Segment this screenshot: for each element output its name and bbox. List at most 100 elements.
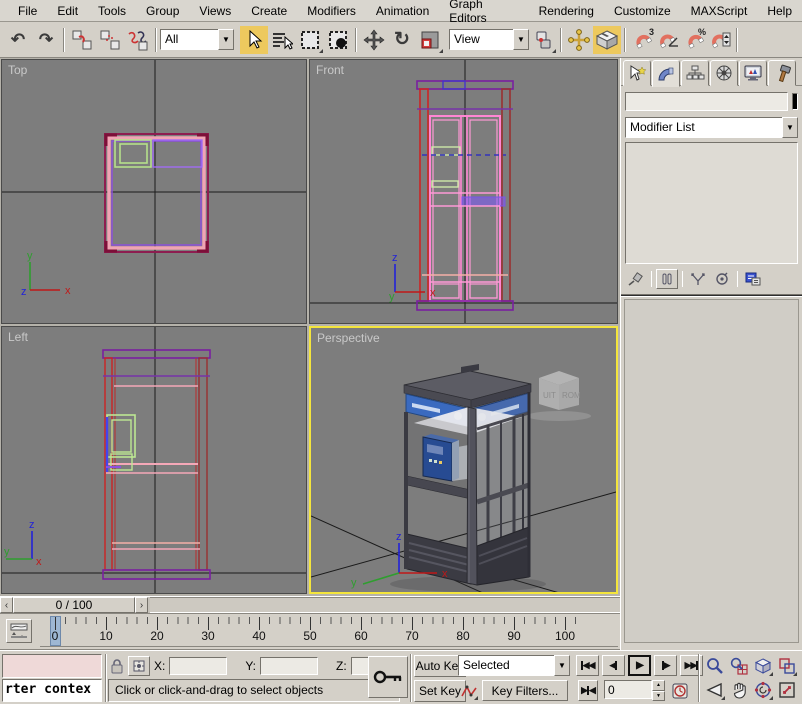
viewport-left-label[interactable]: Left — [8, 330, 28, 344]
object-name-field[interactable] — [625, 92, 788, 111]
time-slider-track[interactable] — [150, 597, 620, 613]
chevron-down-icon[interactable]: ▼ — [513, 29, 529, 50]
x-coordinate-field[interactable] — [169, 657, 227, 675]
spinner-snap-icon — [709, 30, 731, 50]
default-tangent-button[interactable] — [458, 680, 479, 701]
previous-frame-button[interactable]: ◀ — [602, 655, 625, 676]
tab-motion[interactable] — [710, 60, 738, 86]
redo-button[interactable]: ↷ — [32, 26, 60, 54]
menu-tools[interactable]: Tools — [88, 2, 136, 20]
menu-customize[interactable]: Customize — [604, 2, 681, 20]
use-pivot-point-center-button[interactable] — [529, 26, 557, 54]
viewport-left[interactable]: z y x Left — [1, 326, 307, 594]
pan-button[interactable] — [728, 679, 750, 701]
rectangular-selection-region-button[interactable] — [296, 26, 324, 54]
chevron-down-icon[interactable]: ▼ — [782, 117, 798, 138]
zoom-extents-all-button[interactable] — [776, 655, 798, 677]
tick-label: 100 — [550, 629, 580, 643]
field-of-view-button[interactable] — [704, 679, 726, 701]
key-filters-button[interactable]: Key Filters... — [482, 680, 568, 701]
snaps-toggle-button[interactable]: 3 — [629, 27, 655, 53]
spinner-down-button[interactable]: ▼ — [652, 691, 665, 702]
viewport-front[interactable]: z x y Front — [309, 59, 618, 324]
menu-views[interactable]: Views — [189, 2, 241, 20]
chevron-down-icon[interactable]: ▼ — [218, 29, 234, 50]
absolute-offset-mode-button[interactable] — [128, 656, 150, 676]
select-and-rotate-button[interactable]: ↻ — [388, 26, 416, 54]
modifier-list-dropdown[interactable]: Modifier List ▼ — [625, 117, 798, 138]
select-by-name-button[interactable] — [268, 26, 296, 54]
select-and-move-button[interactable] — [360, 26, 388, 54]
select-and-link-button[interactable] — [68, 26, 96, 54]
time-slider-handle[interactable]: 0 / 100 — [13, 597, 135, 613]
configure-modifier-sets-button[interactable] — [742, 269, 764, 289]
select-by-name-icon — [271, 30, 293, 50]
maximize-viewport-toggle-button[interactable] — [776, 679, 798, 701]
select-object-button[interactable] — [240, 26, 268, 54]
selection-filter-dropdown[interactable]: All ▼ — [160, 29, 234, 50]
menu-animation[interactable]: Animation — [366, 2, 439, 20]
maxscript-mini-listener[interactable]: rter contex — [2, 679, 102, 702]
timeline-ruler[interactable]: 0 10 20 30 40 50 60 70 80 90 100 — [40, 616, 618, 648]
viewport-perspective-label[interactable]: Perspective — [317, 331, 380, 345]
undo-button[interactable]: ↶ — [4, 26, 32, 54]
viewport-top-label[interactable]: Top — [8, 63, 27, 77]
spinner-up-button[interactable]: ▲ — [652, 680, 665, 691]
zoom-all-button[interactable] — [728, 655, 750, 677]
pin-stack-button[interactable] — [625, 269, 647, 289]
percent-snap-toggle-button[interactable]: % — [681, 27, 707, 53]
current-frame-field[interactable] — [604, 680, 652, 699]
key-mode-toggle-button[interactable]: ▶◀ — [578, 680, 598, 701]
reference-coordinate-system-dropdown[interactable]: View ▼ — [449, 29, 529, 50]
time-configuration-button[interactable] — [670, 680, 690, 701]
next-frame-button[interactable]: ▶ — [654, 655, 677, 676]
tab-utilities[interactable] — [768, 60, 796, 86]
menu-maxscript[interactable]: MAXScript — [681, 2, 758, 20]
spinner-snap-toggle-button[interactable] — [707, 27, 733, 53]
y-coordinate-field[interactable] — [260, 657, 318, 675]
go-to-start-button[interactable]: ◀◀ — [576, 655, 599, 676]
set-keys-button[interactable] — [368, 656, 408, 698]
tab-modify[interactable] — [652, 60, 680, 87]
menu-modifiers[interactable]: Modifiers — [297, 2, 366, 20]
time-slider-next-button[interactable]: › — [135, 597, 148, 613]
arc-rotate-button[interactable] — [752, 679, 774, 701]
key-icon — [373, 669, 403, 685]
make-unique-button[interactable] — [687, 269, 709, 289]
selection-lock-icon[interactable] — [110, 658, 124, 674]
zoom-extents-button[interactable] — [752, 655, 774, 677]
show-end-result-button[interactable] — [656, 269, 678, 289]
tab-create[interactable] — [623, 60, 651, 86]
macro-recorder-pane[interactable] — [2, 654, 102, 678]
tick-label: 30 — [193, 629, 223, 643]
key-mode-dropdown[interactable]: Selected ▼ — [458, 655, 570, 676]
remove-modifier-button[interactable] — [711, 269, 733, 289]
menu-file[interactable]: File — [8, 2, 47, 20]
window-crossing-toggle-button[interactable] — [324, 26, 352, 54]
bind-to-space-warp-button[interactable] — [124, 26, 152, 54]
select-and-manipulate-button[interactable] — [565, 26, 593, 54]
play-button[interactable]: ▶ — [628, 655, 651, 676]
tab-display[interactable] — [739, 60, 767, 86]
time-slider-prev-button[interactable]: ‹ — [0, 597, 13, 613]
modifier-stack-list[interactable] — [625, 142, 798, 264]
zoom-button[interactable] — [704, 655, 726, 677]
viewport-perspective[interactable]: UIT ROM — [309, 326, 618, 594]
select-and-scale-button[interactable] — [416, 26, 444, 54]
keyboard-shortcut-override-toggle[interactable] — [593, 26, 621, 54]
svg-text:ROM: ROM — [562, 391, 581, 400]
unlink-selection-button[interactable] — [96, 26, 124, 54]
tab-hierarchy[interactable] — [681, 60, 709, 86]
menu-rendering[interactable]: Rendering — [529, 2, 604, 20]
redo-icon: ↷ — [39, 30, 53, 50]
open-mini-curve-editor-button[interactable] — [6, 619, 32, 643]
menu-edit[interactable]: Edit — [47, 2, 88, 20]
angle-snap-toggle-button[interactable] — [655, 27, 681, 53]
viewport-top[interactable]: y x z Top — [1, 59, 307, 324]
menu-create[interactable]: Create — [241, 2, 297, 20]
object-color-swatch[interactable] — [792, 93, 798, 110]
chevron-down-icon[interactable]: ▼ — [554, 655, 570, 676]
viewport-front-label[interactable]: Front — [316, 63, 344, 77]
menu-help[interactable]: Help — [757, 2, 802, 20]
menu-group[interactable]: Group — [136, 2, 189, 20]
